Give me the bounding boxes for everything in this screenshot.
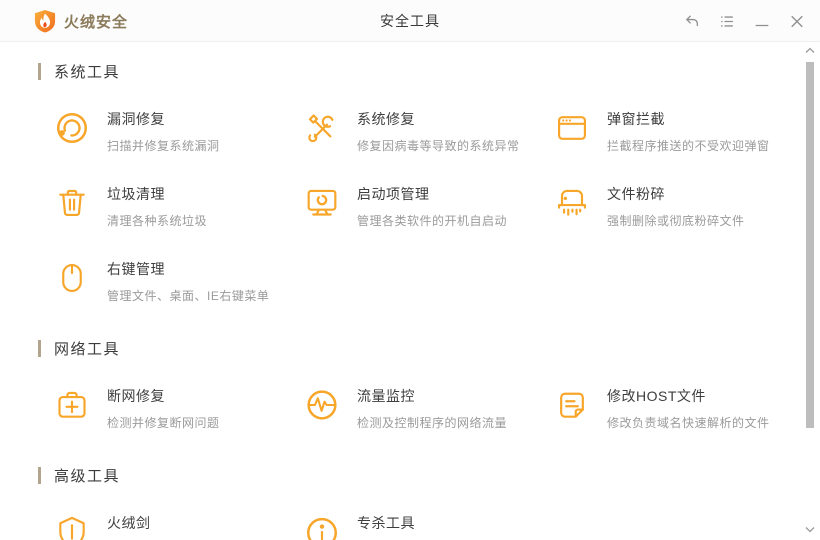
section-header: 系统工具 [38,61,820,81]
tool-network-repair[interactable]: 断网修复 检测并修复断网问题 [52,385,302,430]
tool-name: 断网修复 [107,388,165,404]
huorong-security-window: 火绒安全 安全工具 系统工具 漏洞修复 扫描并修复系统漏洞 系统修复 修复因病毒… [0,0,820,540]
tool-startup-manager[interactable]: 启动项管理 管理各类软件的开机自启动 [302,183,552,228]
startup-manager-icon [307,189,337,216]
tool-traffic-monitor[interactable]: 流量监控 检测及控制程序的网络流量 [302,385,552,430]
section-accent-bar [38,466,41,484]
special-kill-icon [307,517,337,540]
tool-huorong-sword[interactable]: 火绒剑 [52,512,302,540]
section-header: 网络工具 [38,338,820,358]
system-repair-icon [308,114,334,143]
tool-desc: 管理文件、桌面、IE右键菜单 [107,289,270,303]
tool-desc: 修改负责域名快速解析的文件 [607,416,770,430]
back-arrow-icon [686,15,698,26]
section-network-tools: 网络工具 断网修复 检测并修复断网问题 流量监控 检测及控制程序的网络流量 修改… [38,338,820,430]
section-title: 高级工具 [54,467,121,485]
scroll-up-icon[interactable] [804,46,816,55]
tool-file-shredder[interactable]: 文件粉碎 强制删除或彻底粉碎文件 [552,183,802,228]
tool-name: 专杀工具 [357,515,415,531]
tools-page: 系统工具 漏洞修复 扫描并修复系统漏洞 系统修复 修复因病毒等导致的系统异常 弹… [0,61,820,540]
section-header: 高级工具 [38,465,820,485]
minimize-button[interactable] [754,13,770,29]
tool-grid: 漏洞修复 扫描并修复系统漏洞 系统修复 修复因病毒等导致的系统异常 弹窗拦截 拦… [52,108,820,303]
tool-desc: 扫描并修复系统漏洞 [107,139,220,153]
popup-blocker-icon [558,116,586,140]
context-menu-mouse-icon [62,264,82,292]
tool-desc: 修复因病毒等导致的系统异常 [357,139,520,153]
tool-grid: 火绒剑 专杀工具 [52,512,820,540]
tool-name: 右键管理 [107,261,165,277]
tool-name: 弹窗拦截 [607,111,665,127]
section-title: 网络工具 [54,340,121,358]
task-list-button[interactable] [719,13,735,29]
tool-desc: 强制删除或彻底粉碎文件 [607,214,745,228]
traffic-monitor-icon [307,390,337,420]
tool-desc: 拦截程序推送的不受欢迎弹窗 [607,139,770,153]
section-title: 系统工具 [54,63,121,81]
tool-name: 文件粉碎 [607,186,665,202]
scrollbar-thumb[interactable] [806,62,814,428]
section-advanced-tools: 高级工具 火绒剑 专杀工具 [38,465,820,540]
network-repair-icon [58,391,86,418]
tool-special-kill[interactable]: 专杀工具 [302,512,552,540]
tool-desc: 管理各类软件的开机自启动 [357,214,508,228]
tool-name: 系统修复 [357,111,415,127]
tool-popup-blocker[interactable]: 弹窗拦截 拦截程序推送的不受欢迎弹窗 [552,108,802,153]
tool-vulnerability-fix[interactable]: 漏洞修复 扫描并修复系统漏洞 [52,108,302,153]
close-icon [791,15,803,27]
tool-desc: 检测并修复断网问题 [107,416,220,430]
tool-context-menu-manager[interactable]: 右键管理 管理文件、桌面、IE右键菜单 [52,258,302,303]
section-accent-bar [38,339,41,357]
vulnerability-scan-icon [57,113,87,143]
titlebar-actions [684,0,805,42]
scroll-down-icon[interactable] [804,525,816,534]
tool-host-file-editor[interactable]: 修改HOST文件 修改负责域名快速解析的文件 [552,385,802,430]
tool-name: 修改HOST文件 [607,388,706,404]
scrollbar[interactable] [803,42,817,540]
tool-name: 启动项管理 [357,186,430,202]
tool-grid: 断网修复 检测并修复断网问题 流量监控 检测及控制程序的网络流量 修改HOST文… [52,385,820,430]
minimize-icon [755,24,769,26]
tool-desc: 检测及控制程序的网络流量 [357,416,508,430]
section-accent-bar [38,62,41,80]
tool-name: 漏洞修复 [107,111,165,127]
host-file-icon [560,392,584,418]
titlebar: 火绒安全 安全工具 [0,0,820,42]
tool-name: 火绒剑 [107,515,151,531]
tool-name: 流量监控 [357,388,415,404]
huorong-sword-icon [59,516,85,540]
tool-junk-clean[interactable]: 垃圾清理 清理各种系统垃圾 [52,183,302,228]
trash-icon [59,189,85,216]
file-shredder-icon [558,189,586,216]
tool-desc: 清理各种系统垃圾 [107,214,208,228]
close-button[interactable] [789,13,805,29]
tool-system-repair[interactable]: 系统修复 修复因病毒等导致的系统异常 [302,108,552,153]
task-list-icon [721,15,733,27]
back-button[interactable] [684,13,700,29]
section-system-tools: 系统工具 漏洞修复 扫描并修复系统漏洞 系统修复 修复因病毒等导致的系统异常 弹… [38,61,820,303]
tool-name: 垃圾清理 [107,186,165,202]
